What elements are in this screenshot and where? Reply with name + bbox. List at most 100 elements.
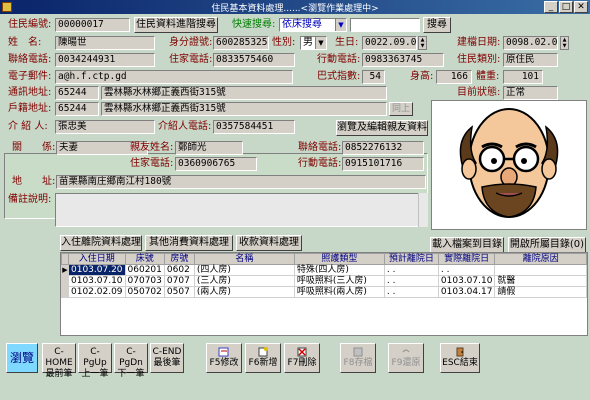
cell[interactable]: . .	[437, 264, 496, 276]
table-row[interactable]: 0103.07.10 070703 0707 (三人房) 呼吸照料(三人房) .…	[61, 275, 587, 287]
cell[interactable]: 請假	[494, 286, 587, 298]
cell[interactable]: 特殊(四人房)	[293, 264, 385, 276]
next-record-button[interactable]: C-PgDn 下一筆	[114, 343, 148, 379]
home-phone-field[interactable]: 0833575460	[213, 53, 295, 67]
edit-button[interactable]: F5修改	[206, 343, 242, 373]
cell[interactable]	[494, 264, 587, 276]
load-file-button[interactable]: 載入檔案到目錄	[430, 237, 504, 253]
registered-zip-field[interactable]: 65244	[55, 102, 99, 116]
chevron-down-icon[interactable]: ▼	[315, 37, 326, 49]
maximize-button[interactable]: □	[559, 1, 573, 13]
cell[interactable]: (三人房)	[193, 275, 295, 287]
same-as-above-button[interactable]: 同上	[389, 102, 413, 116]
registered-address-field[interactable]: 雲林縣水林鄉正義西街315號	[101, 102, 387, 116]
birth-field[interactable]: 0022.09.08	[362, 36, 417, 50]
cell[interactable]: . .	[383, 286, 439, 298]
barthel-field[interactable]: 54	[362, 70, 385, 84]
cell[interactable]: 0103.07.10	[437, 275, 496, 287]
cell[interactable]: 0707	[163, 275, 195, 287]
remark-scrollbar[interactable]	[418, 193, 428, 227]
first-record-button[interactable]: C-HOME 最前筆	[42, 343, 76, 379]
save-button[interactable]: F8存檔	[340, 343, 376, 373]
remark-textarea[interactable]	[55, 193, 428, 227]
cell[interactable]: . .	[383, 264, 439, 276]
family-address-field[interactable]: 苗栗縣南庄鄉南江村180號	[56, 175, 426, 189]
table-row[interactable]: ▶ 0103.07.20 060201 0602 (四人房) 特殊(四人房) .…	[61, 264, 587, 276]
delete-button[interactable]: F7刪除	[284, 343, 320, 373]
name-field[interactable]: 陳暘世	[55, 36, 155, 50]
minimize-button[interactable]: _	[544, 1, 558, 13]
browse-mode-button[interactable]: 瀏覽	[6, 343, 38, 373]
cell[interactable]: 0602	[163, 264, 195, 276]
email-field[interactable]: a@h.f.ctp.gd	[55, 70, 293, 84]
table-row[interactable]: 0102.02.09 050702 0507 (兩人房) 呼吸照料(兩人房) .…	[61, 286, 587, 298]
col-actual-discharge[interactable]: 實際離院日	[437, 253, 496, 265]
col-care-type[interactable]: 照護類型	[293, 253, 385, 265]
advanced-search-button[interactable]: 住民資料進階搜尋	[134, 17, 218, 33]
id-number-field[interactable]: 6002853254	[213, 36, 269, 50]
cell[interactable]: 0103.07.10	[68, 275, 126, 287]
cell[interactable]: 0103.04.17	[437, 286, 496, 298]
birth-spinner[interactable]: ▲ ▼	[418, 36, 427, 50]
family-phone-field[interactable]: 0852276132	[342, 141, 424, 155]
stay-history-table[interactable]: 入住日期 床號 房號 名稱 照護類型 預計離院日 實際離院日 離院原因 ▶ 01…	[60, 252, 588, 336]
last-record-label: 最後筆	[153, 358, 181, 368]
mobile-field[interactable]: 0983363745	[362, 53, 444, 67]
mail-address-field[interactable]: 雲林縣水林鄉正義西街315號	[101, 86, 387, 100]
cell[interactable]: (四人房)	[193, 264, 295, 276]
col-discharge-reason[interactable]: 離院原因	[494, 253, 587, 265]
cell[interactable]: 呼吸照料(兩人房)	[293, 286, 385, 298]
last-record-button[interactable]: C-END 最後筆	[150, 343, 184, 373]
category-field[interactable]: 原住民	[503, 53, 558, 67]
prev-record-button[interactable]: C-PgUp 上一筆	[78, 343, 112, 379]
built-date-field[interactable]: 0098.02.05	[503, 36, 558, 50]
tab-payment[interactable]: 收款資料處理	[236, 235, 302, 251]
weight-field[interactable]: 101	[503, 70, 543, 84]
height-field[interactable]: 166	[436, 70, 472, 84]
cell[interactable]: (兩人房)	[193, 286, 295, 298]
close-button[interactable]: ✕	[574, 1, 588, 13]
cell[interactable]: 0103.07.20	[68, 264, 126, 276]
cell[interactable]: 呼吸照料(三人房)	[293, 275, 385, 287]
status-field[interactable]: 正常	[503, 86, 558, 100]
cell[interactable]: 050702	[124, 286, 165, 298]
family-mobile-field[interactable]: 0915101716	[342, 157, 424, 171]
resident-photo[interactable]	[431, 100, 587, 230]
quick-search-label: 快速搜尋:	[232, 19, 276, 30]
phone-field[interactable]: 0034244931	[55, 53, 155, 67]
resident-id-field[interactable]: 00000017	[55, 18, 130, 32]
referrer-phone-field[interactable]: 0357584451	[213, 120, 295, 134]
new-button[interactable]: F6新增	[245, 343, 281, 373]
quick-search-input[interactable]	[350, 18, 420, 32]
col-room[interactable]: 房號	[163, 253, 195, 265]
col-bed[interactable]: 床號	[124, 253, 165, 265]
exit-button[interactable]: ESC結束	[440, 343, 480, 373]
cell[interactable]: 070703	[124, 275, 165, 287]
cell[interactable]: 就醫	[494, 275, 587, 287]
cell[interactable]: 0507	[163, 286, 195, 298]
gender-select[interactable]: 男 ▼	[300, 36, 327, 50]
quick-search-mode-select[interactable]: 依床搜尋 ▼	[279, 18, 347, 32]
col-checkin-date[interactable]: 入住日期	[68, 253, 126, 265]
built-date-spinner[interactable]: ▲ ▼	[560, 36, 569, 50]
mail-zip-field[interactable]: 65244	[55, 86, 99, 100]
exit-label: ESC結束	[442, 358, 478, 368]
cell[interactable]: 0102.02.09	[68, 286, 126, 298]
prev-record-key: C-PgUp	[83, 347, 107, 368]
search-button[interactable]: 搜尋	[423, 17, 451, 33]
family-home-field[interactable]: 0360906765	[175, 157, 257, 171]
tab-other-fee[interactable]: 其他消費資料處理	[145, 235, 233, 251]
referrer-field[interactable]: 張忠美	[55, 120, 155, 134]
open-directory-button[interactable]: 開啟所屬目錄(0)	[508, 237, 586, 253]
cell[interactable]: 060201	[124, 264, 165, 276]
col-expected-discharge[interactable]: 預計離院日	[383, 253, 439, 265]
weight-label: 體重:	[476, 71, 500, 82]
referrer-label: 介 紹 人:	[8, 121, 48, 132]
restore-button[interactable]: F9還原	[388, 343, 424, 373]
tab-discharge[interactable]: 入住離院資料處理	[60, 235, 142, 251]
family-name-field[interactable]: 鄭師光	[175, 141, 243, 155]
browse-family-button[interactable]: 瀏覽及編輯親友資料	[336, 120, 428, 136]
col-name[interactable]: 名稱	[193, 253, 295, 265]
cell[interactable]: . .	[383, 275, 439, 287]
chevron-down-icon[interactable]: ▼	[335, 19, 346, 31]
